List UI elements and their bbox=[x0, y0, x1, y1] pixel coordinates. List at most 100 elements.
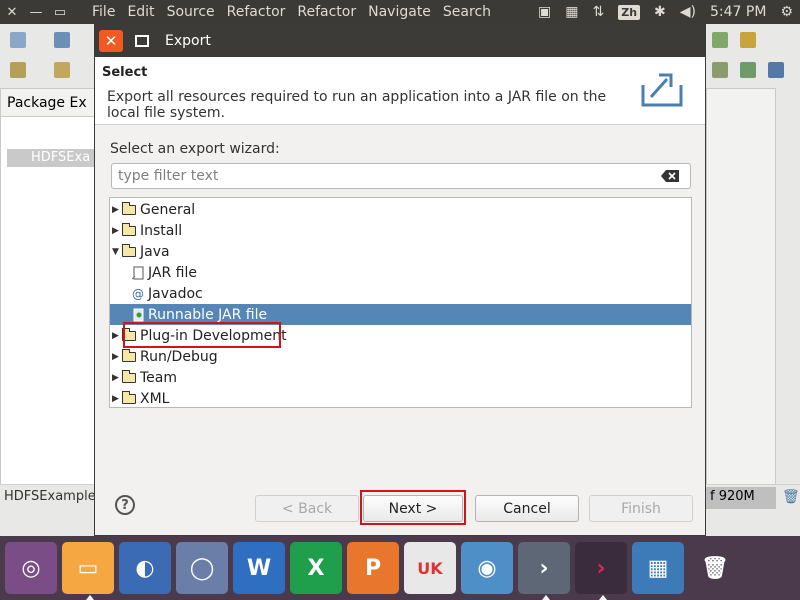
tray-plug-icon[interactable]: ▣ bbox=[531, 4, 558, 20]
trash-gc-icon[interactable]: 🗑 bbox=[782, 489, 800, 505]
window-minimize-icon[interactable]: — bbox=[24, 5, 48, 20]
expand-arrow-icon[interactable]: ▶ bbox=[112, 352, 122, 362]
dialog-titlebar: ✕ Export bbox=[95, 25, 705, 57]
clock[interactable]: 5:47 PM bbox=[703, 4, 773, 20]
folder-icon bbox=[121, 222, 136, 236]
tree-node-jar-file[interactable]: JAR file bbox=[110, 262, 691, 283]
dialog-title: Export bbox=[165, 33, 211, 49]
finish-button[interactable]: Finish bbox=[589, 495, 693, 522]
wizard-header: Select Export all resources required to … bbox=[95, 57, 705, 125]
tree-node-general[interactable]: ▶ General bbox=[110, 199, 691, 220]
chromium-icon[interactable]: ◯ bbox=[176, 542, 228, 594]
tree-node-label: Team bbox=[140, 369, 178, 386]
tree-node-label: JAR file bbox=[148, 264, 197, 281]
tree-node-xml[interactable]: ▶ XML bbox=[110, 388, 691, 409]
menu-file[interactable]: File bbox=[86, 4, 121, 20]
ubuntu-logo-icon[interactable]: ◎ bbox=[5, 542, 57, 594]
uk-label: UK bbox=[417, 558, 443, 578]
heap-status[interactable]: f 920M bbox=[706, 487, 776, 509]
menu-refactor[interactable]: Refactor bbox=[221, 4, 292, 20]
save-icon[interactable] bbox=[54, 32, 70, 48]
firefox-icon[interactable]: ◐ bbox=[119, 542, 171, 594]
project-tree-item[interactable]: HDFSExa bbox=[7, 149, 95, 167]
calendar-icon[interactable]: ▦ bbox=[558, 4, 585, 20]
expand-arrow-icon[interactable]: ▶ bbox=[112, 373, 122, 383]
java-ee-icon[interactable] bbox=[740, 62, 756, 78]
new-icon[interactable] bbox=[10, 32, 26, 48]
terminal-icon[interactable]: › bbox=[575, 542, 627, 600]
tree-node-label: Java bbox=[140, 243, 170, 260]
runnable-jar-highlight-box bbox=[123, 322, 281, 348]
menu-source[interactable]: Source bbox=[161, 4, 221, 20]
runnable-jar-icon bbox=[133, 308, 144, 321]
collapse-arrow-icon[interactable]: ▼ bbox=[112, 247, 122, 257]
javadoc-icon: @ bbox=[132, 286, 144, 301]
export-wizard-icon bbox=[641, 73, 683, 107]
run-menu-icon[interactable] bbox=[10, 62, 26, 78]
wps-spreadsheets-icon[interactable]: X bbox=[290, 542, 342, 594]
package-explorer-title[interactable]: Package Ex bbox=[1, 89, 97, 117]
debug-perspective-icon[interactable] bbox=[712, 62, 728, 78]
filter-input[interactable] bbox=[111, 163, 691, 189]
bluetooth-icon[interactable]: ✱ bbox=[647, 4, 673, 20]
trash-icon[interactable]: 🗑 bbox=[689, 542, 741, 594]
maximize-icon[interactable] bbox=[135, 35, 149, 47]
menu-navigate[interactable]: Navigate bbox=[362, 4, 437, 20]
next-highlight-box bbox=[360, 490, 466, 525]
volume-icon[interactable]: ◀) bbox=[673, 4, 703, 20]
clear-filter-icon[interactable] bbox=[661, 170, 679, 182]
app-grid-icon[interactable]: ▦ bbox=[632, 542, 684, 594]
remmina-icon[interactable]: ◉ bbox=[461, 542, 513, 594]
folder-icon bbox=[121, 390, 136, 404]
cancel-button[interactable]: Cancel bbox=[475, 495, 579, 522]
jar-file-icon bbox=[132, 266, 144, 279]
tree-node-run-debug[interactable]: ▶ Run/Debug bbox=[110, 346, 691, 367]
window-restore-icon[interactable]: ▭ bbox=[48, 5, 72, 20]
wizard-page-title: Select bbox=[102, 65, 148, 80]
java-perspective-icon[interactable] bbox=[768, 62, 784, 78]
tree-node-team[interactable]: ▶ Team bbox=[110, 367, 691, 388]
menu-edit[interactable]: Edit bbox=[121, 4, 160, 20]
outline-view bbox=[706, 88, 776, 488]
tree-node-label: Javadoc bbox=[148, 285, 203, 302]
input-method-indicator[interactable]: Zh bbox=[618, 5, 641, 20]
folder-icon bbox=[121, 201, 136, 215]
tree-node-java[interactable]: ▼ Java bbox=[110, 241, 691, 262]
expand-arrow-icon[interactable]: ▶ bbox=[112, 331, 122, 341]
launcher-dock: ◎ ▭ ◐ ◯ W X P UK ◉ › › ▦ 🗑 bbox=[0, 536, 800, 600]
network-arrows-icon[interactable]: ⇅ bbox=[586, 4, 612, 20]
menu-search[interactable]: Search bbox=[437, 4, 497, 20]
expand-arrow-icon[interactable]: ▶ bbox=[112, 394, 122, 404]
settings-gear-icon[interactable]: ⚙ bbox=[773, 4, 800, 20]
perspective-icon[interactable] bbox=[712, 32, 728, 48]
tree-node-install[interactable]: ▶ Install bbox=[110, 220, 691, 241]
wps-presentation-icon[interactable]: P bbox=[347, 542, 399, 594]
folder-icon bbox=[121, 348, 136, 362]
export-wizard-tree: ▶ General ▶ Install ▼ Java JAR file @ Ja… bbox=[109, 197, 692, 408]
expand-arrow-icon[interactable]: ▶ bbox=[112, 226, 122, 236]
eclipse-terminal-icon[interactable]: › bbox=[518, 542, 570, 600]
plugin-icon[interactable] bbox=[740, 32, 756, 48]
close-icon[interactable]: ✕ bbox=[99, 30, 123, 52]
view-shortcuts-strip bbox=[776, 88, 800, 488]
tree-node-javadoc[interactable]: @ Javadoc bbox=[110, 283, 691, 304]
export-dialog: ✕ Export Select Export all resources req… bbox=[94, 24, 706, 536]
ubuntu-one-store-icon[interactable]: UK bbox=[404, 542, 456, 594]
wizard-description: Export all resources required to run an … bbox=[107, 89, 607, 121]
wizard-list-label: Select an export wizard: bbox=[110, 141, 280, 157]
wps-writer-icon[interactable]: W bbox=[233, 542, 285, 594]
open-type-icon[interactable] bbox=[54, 62, 70, 78]
files-icon[interactable]: ▭ bbox=[62, 542, 114, 600]
expand-arrow-icon[interactable]: ▶ bbox=[112, 205, 122, 215]
package-explorer: Package Ex HDFSExa bbox=[0, 88, 97, 488]
global-menu: File Edit Source Refactor Refactor Navig… bbox=[86, 4, 497, 20]
window-close-icon[interactable]: ✕ bbox=[0, 5, 24, 20]
menu-refactor-2[interactable]: Refactor bbox=[291, 4, 362, 20]
folder-icon bbox=[121, 369, 136, 383]
tree-node-label: Runnable JAR file bbox=[148, 306, 268, 323]
tree-node-label: Install bbox=[140, 222, 183, 239]
tree-node-label: XML bbox=[140, 390, 170, 407]
top-panel: ✕ — ▭ File Edit Source Refactor Refactor… bbox=[0, 0, 800, 24]
back-button[interactable]: < Back bbox=[255, 495, 359, 522]
help-button[interactable]: ? bbox=[115, 495, 135, 515]
